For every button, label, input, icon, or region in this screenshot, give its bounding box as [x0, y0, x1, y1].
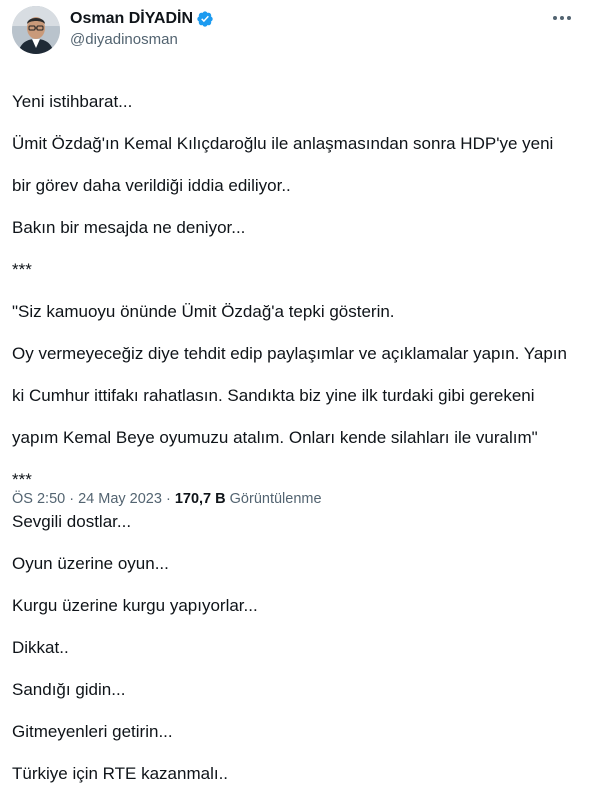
tweet-line: Sandığı gidin... — [12, 680, 126, 699]
avatar-image — [12, 6, 60, 54]
meta-separator: · — [161, 491, 175, 507]
tweet-meta: ÖS 2:50 · 24 May 2023 · 170,7 B Görüntül… — [12, 491, 322, 507]
tweet-date[interactable]: 24 May 2023 — [78, 491, 162, 507]
tweet-line: Yeni istihbarat... — [12, 92, 133, 111]
avatar[interactable] — [12, 6, 60, 54]
display-name[interactable]: Osman DİYADİN — [70, 10, 193, 28]
tweet-line: Sevgili dostlar... — [12, 512, 132, 531]
display-name-row: Osman DİYADİN — [70, 8, 214, 30]
tweet-line: yapım Kemal Beye oyumuzu atalım. Onları … — [12, 428, 538, 447]
tweet-line: *** — [12, 260, 32, 279]
tweet-line: Dikkat.. — [12, 638, 69, 657]
tweet-text: Yeni istihbarat... Ümit Özdağ'ın Kemal K… — [12, 70, 579, 805]
tweet-line: Ümit Özdağ'ın Kemal Kılıçdaroğlu ile anl… — [12, 134, 554, 153]
tweet-header: Osman DİYADİN @diyadinosman — [12, 6, 579, 54]
handle[interactable]: @diyadinosman — [70, 31, 214, 48]
tweet-line: Türkiye için RTE kazanmalı.. — [12, 764, 229, 783]
tweet-line: *** — [12, 470, 32, 489]
meta-separator: · — [65, 491, 79, 507]
tweet-line: "Siz kamuoyu önünde Ümit Özdağ'a tepki g… — [12, 302, 395, 321]
tweet-line: Kurgu üzerine kurgu yapıyorlar... — [12, 596, 258, 615]
views-count: 170,7 B — [174, 491, 226, 507]
tweet-line: ki Cumhur ittifakı rahatlasın. Sandıkta … — [12, 386, 535, 405]
tweet-line: Oyun üzerine oyun... — [12, 554, 169, 573]
tweet-line: Bakın bir mesajda ne deniyor... — [12, 218, 246, 237]
tweet-line: bir görev daha verildiği iddia ediliyor.… — [12, 176, 291, 195]
tweet-line: Oy vermeyeceğiz diye tehdit edip paylaşı… — [12, 344, 567, 363]
tweet-time[interactable]: ÖS 2:50 — [12, 491, 65, 507]
tweet-line: Gitmeyenleri getirin... — [12, 722, 173, 741]
author-names: Osman DİYADİN @diyadinosman — [70, 8, 214, 48]
more-options-icon[interactable] — [549, 8, 575, 28]
views-label: Görüntülenme — [225, 491, 322, 507]
verified-badge-icon — [196, 10, 214, 28]
